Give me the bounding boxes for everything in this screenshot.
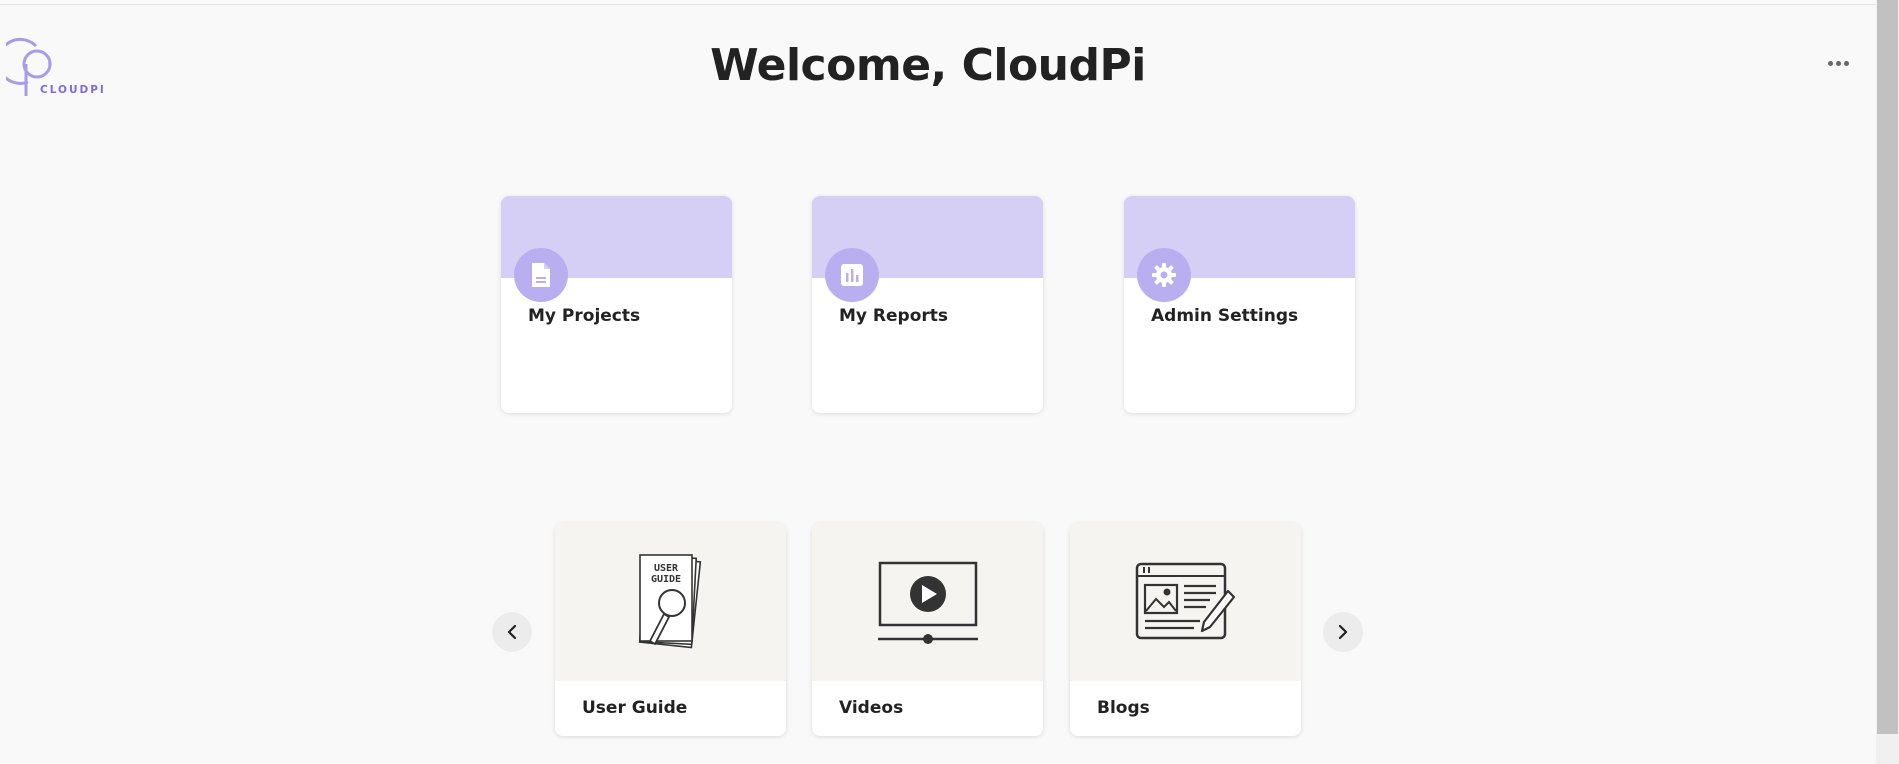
my-reports-card[interactable]: My Reports [812, 196, 1043, 413]
admin-settings-card[interactable]: Admin Settings [1124, 196, 1355, 413]
blog-article-illustration [1135, 562, 1235, 640]
user-guide-label: User Guide [582, 698, 688, 718]
bar-chart-icon [825, 248, 879, 302]
chevron-right-icon [1338, 624, 1348, 640]
page-title: Welcome, CloudPi [710, 40, 1146, 91]
illustration-text-line2: GUIDE [650, 574, 680, 585]
more-options-icon[interactable] [1818, 52, 1858, 74]
user-guide-illustration: USER GUIDE [638, 554, 701, 649]
top-divider [0, 4, 1876, 5]
thumbnail: USER GUIDE [555, 523, 786, 681]
thumbnail [812, 523, 1043, 681]
my-reports-label: My Reports [839, 306, 949, 326]
video-player-illustration [877, 561, 978, 644]
gear-icon [1137, 248, 1191, 302]
chevron-left-icon [507, 624, 517, 640]
user-guide-card[interactable]: USER GUIDE User Guide [555, 523, 786, 736]
thumbnail [1070, 523, 1301, 681]
my-projects-card[interactable]: My Projects [501, 196, 732, 413]
my-projects-label: My Projects [528, 306, 641, 326]
videos-card[interactable]: Videos [812, 523, 1043, 736]
illustration-text-line1: USER [653, 563, 678, 574]
blogs-label: Blogs [1097, 698, 1150, 718]
videos-label: Videos [839, 698, 904, 718]
blogs-card[interactable]: Blogs [1070, 523, 1301, 736]
document-icon [514, 248, 568, 302]
carousel-next-button[interactable] [1323, 612, 1363, 652]
admin-settings-label: Admin Settings [1151, 306, 1299, 326]
scrollbar-thumb[interactable] [1877, 0, 1898, 734]
carousel-prev-button[interactable] [492, 612, 532, 652]
